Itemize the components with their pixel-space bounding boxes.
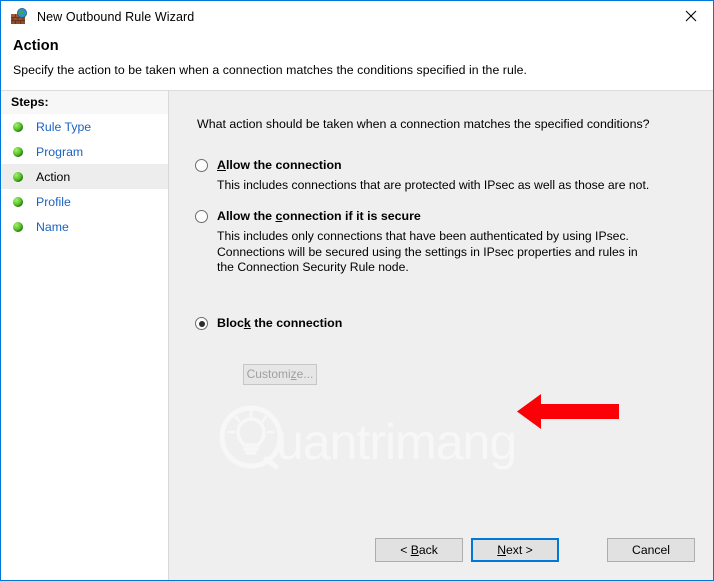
back-button[interactable]: < Back xyxy=(375,538,463,562)
step-bullet-icon xyxy=(13,221,23,232)
cancel-button[interactable]: Cancel xyxy=(607,538,695,562)
sidebar-item-action[interactable]: Action xyxy=(1,164,168,189)
option-allow-description: This includes connections that are prote… xyxy=(217,178,650,192)
sidebar-item-profile[interactable]: Profile xyxy=(1,189,168,214)
content-pane: What action should be taken when a conne… xyxy=(169,91,713,580)
customize-button: Customize... xyxy=(243,364,317,385)
title-bar: New Outbound Rule Wizard xyxy=(1,1,713,32)
quantrimang-watermark: uantrimang xyxy=(214,401,534,473)
radio-block-the-connection[interactable] xyxy=(195,317,208,330)
wizard-window: New Outbound Rule Wizard Action Specify … xyxy=(0,0,714,581)
wizard-header: Action Specify the action to be taken wh… xyxy=(1,32,713,91)
page-subtitle: Specify the action to be taken when a co… xyxy=(13,63,527,77)
option-allow-if-secure[interactable]: Allow the connection if it is secure Thi… xyxy=(195,209,695,385)
sidebar-item-label: Program xyxy=(36,144,84,159)
step-bullet-icon xyxy=(13,171,23,182)
firewall-globe-icon xyxy=(11,8,28,25)
dialog-footer: < Back Next > Cancel xyxy=(169,538,713,564)
step-bullet-icon xyxy=(13,121,23,132)
sidebar-item-program[interactable]: Program xyxy=(1,139,168,164)
radio-allow-if-secure[interactable] xyxy=(195,210,208,223)
sidebar-item-label: Rule Type xyxy=(36,119,92,134)
option-allow-if-secure-label: Allow the connection if it is secure xyxy=(217,209,421,223)
next-button[interactable]: Next > xyxy=(471,538,559,562)
step-bullet-icon xyxy=(13,196,23,207)
action-question: What action should be taken when a conne… xyxy=(197,117,650,131)
radio-allow-the-connection[interactable] xyxy=(195,159,208,172)
page-title: Action xyxy=(13,38,59,54)
sidebar-item-label: Profile xyxy=(36,194,71,209)
annotation-arrow-icon xyxy=(517,394,619,429)
option-block-label: Block the connection xyxy=(217,316,343,330)
sidebar-item-label: Action xyxy=(36,169,71,184)
close-icon[interactable] xyxy=(668,1,713,31)
step-bullet-icon xyxy=(13,146,23,157)
option-allow-if-secure-header[interactable]: Allow the connection if it is secure xyxy=(195,209,695,223)
option-allow-if-secure-description: This includes only connections that have… xyxy=(217,229,638,274)
sidebar-item-name[interactable]: Name xyxy=(1,214,168,239)
svg-text:uantrimang: uantrimang xyxy=(276,414,516,470)
sidebar-item-rule-type[interactable]: Rule Type xyxy=(1,114,168,139)
steps-heading: Steps: xyxy=(1,91,168,114)
option-allow-label: Allow the connection xyxy=(217,158,342,172)
window-title: New Outbound Rule Wizard xyxy=(37,9,195,24)
steps-sidebar: Steps: Rule Type Program Action Profile … xyxy=(1,91,169,580)
option-block-header[interactable]: Block the connection xyxy=(195,316,695,330)
wizard-body: Steps: Rule Type Program Action Profile … xyxy=(1,91,713,580)
option-allow-header[interactable]: Allow the connection xyxy=(195,158,695,172)
sidebar-item-label: Name xyxy=(36,219,69,234)
option-block-the-connection[interactable]: Block the connection xyxy=(195,316,695,330)
option-allow-the-connection[interactable]: Allow the connection This includes conne… xyxy=(195,158,695,194)
